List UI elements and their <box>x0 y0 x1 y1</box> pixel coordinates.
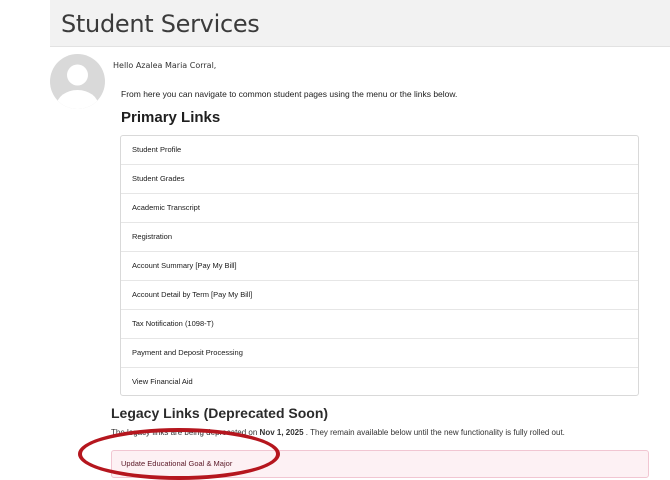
legacy-note-tail: . They remain available below until the … <box>303 428 565 437</box>
avatar <box>50 54 105 109</box>
primary-links-list: Student Profile Student Grades Academic … <box>120 135 639 396</box>
deprecation-date: Nov 1, 2025 <box>259 428 304 437</box>
link-tax-notification[interactable]: Tax Notification (1098-T) <box>121 310 638 339</box>
legacy-links-heading: Legacy Links (Deprecated Soon) <box>111 405 329 421</box>
legacy-link-label: Update Educational Goal & Major <box>121 459 233 468</box>
user-silhouette-icon <box>56 64 99 109</box>
legacy-note-lead: The legacy links are being deprecated on <box>111 428 260 437</box>
legacy-note: The legacy links are being deprecated on… <box>111 428 670 437</box>
link-student-grades[interactable]: Student Grades <box>121 165 638 194</box>
primary-links-heading: Primary Links <box>121 109 221 126</box>
link-account-summary[interactable]: Account Summary [Pay My Bill] <box>121 252 638 281</box>
page-title: Student Services <box>61 10 260 38</box>
link-academic-transcript[interactable]: Academic Transcript <box>121 194 638 223</box>
link-payment-deposit-processing[interactable]: Payment and Deposit Processing <box>121 339 638 368</box>
link-view-financial-aid[interactable]: View Financial Aid <box>121 368 638 395</box>
link-student-profile[interactable]: Student Profile <box>121 136 638 165</box>
link-account-detail-by-term[interactable]: Account Detail by Term [Pay My Bill] <box>121 281 638 310</box>
intro-text: From here you can navigate to common stu… <box>121 89 458 99</box>
link-registration[interactable]: Registration <box>121 223 638 252</box>
greeting-text: Hello Azalea Maria Corral, <box>113 61 217 70</box>
